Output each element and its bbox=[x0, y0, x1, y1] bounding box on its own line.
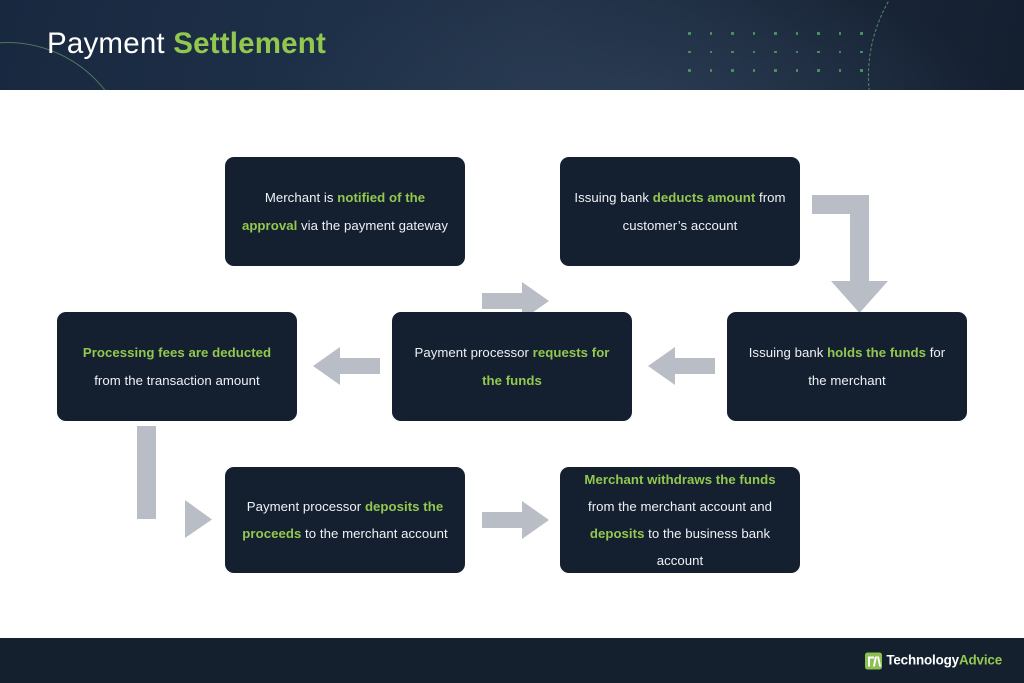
flow-node-step-5-text: Processing fees are deducted from the tr… bbox=[71, 339, 283, 393]
technologyadvice-monogram-icon bbox=[865, 652, 883, 669]
connector-c3 bbox=[648, 347, 715, 385]
footer-bar: TechnologyAdvice bbox=[0, 638, 1024, 683]
flow-node-step-6[interactable]: Payment processor deposits the proceeds … bbox=[225, 467, 465, 573]
connector-c4 bbox=[313, 347, 380, 385]
dot-grid-decoration-icon bbox=[688, 32, 882, 88]
flow-node-step-6-segment-2: to the merchant account bbox=[301, 526, 448, 541]
flow-node-step-2-segment-0: Issuing bank bbox=[574, 190, 653, 206]
page-title: Payment Settlement bbox=[47, 26, 326, 61]
flow-node-step-1-segment-2: via the payment gateway bbox=[297, 217, 449, 233]
flow-node-step-7-segment-1: from the merchant account and bbox=[588, 498, 772, 514]
flow-node-step-3-text: Issuing bank holds the funds for the mer… bbox=[741, 339, 953, 393]
connector-c5 bbox=[137, 426, 212, 538]
logo-wordmark-primary: Technology bbox=[886, 652, 959, 668]
flow-node-step-6-text: Payment processor deposits the proceeds … bbox=[239, 493, 451, 547]
flow-node-step-7-text: Merchant withdraws the funds from the me… bbox=[574, 466, 786, 574]
logo-wordmark-accent: Advice bbox=[958, 652, 1002, 668]
flow-node-step-6-segment-0: Payment processor bbox=[246, 498, 365, 514]
flow-node-step-7[interactable]: Merchant withdraws the funds from the me… bbox=[560, 467, 800, 573]
slide-root: Payment Settlement Merchant is notified … bbox=[0, 0, 1024, 683]
flow-node-step-4-text: Payment processor requests for the funds bbox=[406, 339, 618, 393]
connector-c2 bbox=[812, 195, 888, 313]
flow-node-step-2-segment-1: deducts amount bbox=[652, 190, 756, 206]
technologyadvice-logo[interactable]: TechnologyAdvice bbox=[865, 652, 1002, 669]
flow-node-step-3[interactable]: Issuing bank holds the funds for the mer… bbox=[727, 312, 967, 421]
flow-node-step-7-segment-2: deposits bbox=[589, 526, 645, 541]
flow-node-step-7-segment-3: to the business bank account bbox=[644, 526, 771, 569]
flow-node-step-5[interactable]: Processing fees are deducted from the tr… bbox=[57, 312, 297, 421]
flow-node-step-4[interactable]: Payment processor requests for the funds bbox=[392, 312, 632, 421]
flow-node-step-2[interactable]: Issuing bank deducts amount from custome… bbox=[560, 157, 800, 266]
page-title-accent: Settlement bbox=[173, 27, 327, 60]
dashed-arc-decoration-icon bbox=[868, 0, 1024, 90]
connector-c6 bbox=[482, 501, 549, 539]
flow-node-step-1[interactable]: Merchant is notified of the approval via… bbox=[225, 157, 465, 266]
header-banner: Payment Settlement bbox=[0, 0, 1024, 90]
flow-node-step-7-segment-0: Merchant withdraws the funds bbox=[584, 471, 776, 487]
flow-node-step-1-segment-0: Merchant is bbox=[264, 190, 338, 206]
flow-node-step-2-text: Issuing bank deducts amount from custome… bbox=[574, 184, 786, 238]
flow-node-step-5-segment-0: Processing fees are deducted bbox=[82, 345, 272, 361]
flow-node-step-4-segment-0: Payment processor bbox=[414, 345, 533, 361]
flow-node-step-3-segment-1: holds the funds bbox=[827, 345, 926, 361]
flow-node-step-3-segment-0: Issuing bank bbox=[748, 345, 828, 361]
flow-node-step-1-text: Merchant is notified of the approval via… bbox=[239, 184, 451, 238]
flow-node-step-5-segment-1: from the transaction amount bbox=[94, 372, 260, 388]
flowchart-canvas: Merchant is notified of the approval via… bbox=[0, 90, 1024, 638]
page-title-plain: Payment bbox=[47, 27, 174, 60]
logo-wordmark: TechnologyAdvice bbox=[886, 654, 1002, 667]
